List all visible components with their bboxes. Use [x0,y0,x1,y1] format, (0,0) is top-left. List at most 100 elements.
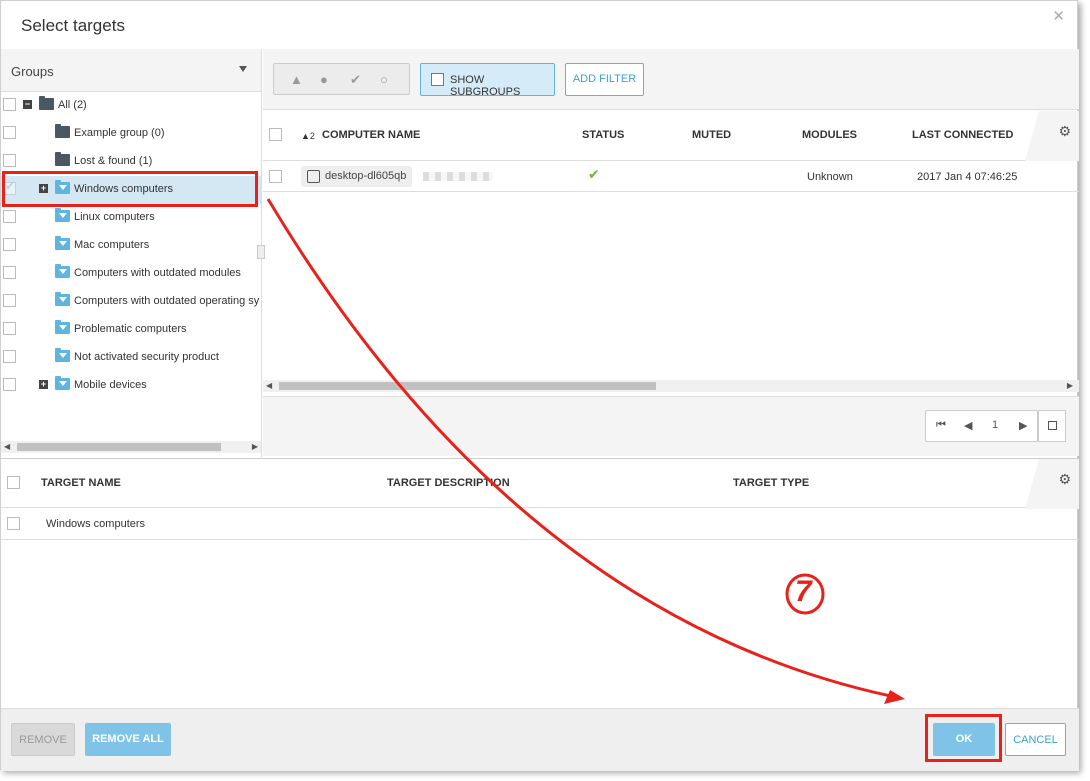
groups-panel: Groups − All (2) Example group (0) Lost & f… [1,49,262,457]
add-filter-button[interactable]: ADD FILTER [565,63,644,96]
scroll-left-icon[interactable]: ◀ [4,442,10,451]
dynamic-group-icon [55,264,70,278]
folder-icon [55,124,70,138]
step-number: 7 [795,575,812,608]
table-row[interactable]: desktop-dl605qb ✔ Unknown 2017 Jan 4 07:… [263,162,1079,192]
close-icon[interactable]: ✕ [1052,7,1065,25]
scrollbar-thumb[interactable] [17,443,221,451]
group-tree-item[interactable]: Computers with outdated operating sy [1,288,261,316]
computers-toolbar: ▲ ● ✔ ○ SHOW SUBGROUPS ADD FILTER [263,49,1079,110]
group-checkbox[interactable] [3,350,16,363]
group-label: Mac computers [74,239,150,251]
grid-settings: ⚙ [1025,111,1079,161]
group-tree-item[interactable]: Mac computers [1,232,261,260]
scroll-left-icon[interactable]: ◀ [266,381,272,390]
column-status[interactable]: STATUS [582,129,624,141]
dialog-title: Select targets [21,16,125,35]
status-filter-group: ▲ ● ✔ ○ [273,63,410,95]
select-targets-dialog: Select targets ✕ Groups − All (2) Example … [0,0,1079,771]
group-label: Problematic computers [74,323,187,335]
column-target-type[interactable]: TARGET TYPE [733,477,809,489]
group-label: Linux computers [74,211,155,223]
group-tree-item[interactable]: − All (2) [1,92,261,120]
group-tree-item[interactable]: Not activated security product [1,344,261,372]
show-subgroups-label: SHOW SUBGROUPS [450,74,521,98]
row-checkbox[interactable] [269,170,282,183]
table-row[interactable]: Windows computers [1,509,1079,540]
dialog-footer: REMOVE REMOVE ALL OK CANCEL [1,708,1079,771]
show-subgroups-checkbox[interactable] [431,73,444,86]
last-connected-cell: 2017 Jan 4 07:46:25 [917,171,1018,183]
column-computer-name[interactable]: COMPUTER NAME [322,129,420,141]
target-name-cell: Windows computers [46,518,146,530]
scrollbar-thumb[interactable] [279,382,656,390]
page-number: 1 [992,419,999,431]
targets-select-all-checkbox[interactable] [7,476,20,489]
column-target-description[interactable]: TARGET DESCRIPTION [387,477,510,489]
collapse-icon[interactable]: − [23,100,32,109]
group-checkbox[interactable] [3,98,16,111]
groups-horizontal-scrollbar[interactable]: ◀ ▶ [1,441,261,453]
column-target-name[interactable]: TARGET NAME [41,477,121,489]
scroll-right-icon[interactable]: ▶ [1067,381,1073,390]
target-row-checkbox[interactable] [7,517,20,530]
gear-icon[interactable]: ⚙ [1058,123,1071,140]
computers-horizontal-scrollbar[interactable]: ◀ ▶ [263,380,1079,392]
group-checkbox[interactable] [3,378,16,391]
panel-resize-handle[interactable] [257,245,265,259]
group-tree-item[interactable]: Computers with outdated modules [1,260,261,288]
next-page-icon[interactable]: ▶ [1019,419,1027,432]
pager-bar: ⏮ ◀ 1 ▶ [263,396,1079,456]
folder-icon [39,96,54,110]
show-subgroups-toggle[interactable]: SHOW SUBGROUPS [420,63,555,98]
folder-icon [55,152,70,166]
group-tree-item[interactable]: + Mobile devices [1,372,261,400]
pagination: ⏮ ◀ 1 ▶ [925,410,1038,442]
cancel-button[interactable]: CANCEL [1005,723,1066,756]
group-checkbox[interactable] [3,322,16,335]
first-page-icon[interactable]: ⏮ [936,419,946,432]
circle-icon[interactable]: ○ [380,72,388,87]
group-checkbox[interactable] [3,266,16,279]
scroll-right-icon[interactable]: ▶ [252,442,258,451]
targets-grid-header: TARGET NAME TARGET DESCRIPTION TARGET TY… [1,458,1079,509]
remove-button[interactable]: REMOVE [11,723,75,756]
column-last-connected[interactable]: LAST CONNECTED [912,129,1013,141]
group-checkbox[interactable] [3,126,16,139]
dynamic-group-icon [55,320,70,334]
dynamic-group-icon [55,208,70,222]
column-muted[interactable]: MUTED [692,129,731,141]
group-checkbox[interactable] [3,210,16,223]
copy-icon [1048,421,1057,430]
pager-options-button[interactable] [1038,410,1066,442]
group-label: Mobile devices [74,379,147,391]
group-tree-item[interactable]: Linux computers [1,204,261,232]
group-label: Not activated security product [74,351,219,363]
group-checkbox[interactable] [3,154,16,167]
group-checkbox[interactable] [3,294,16,307]
status-ok-icon: ✔ [588,166,600,182]
select-all-checkbox[interactable] [269,128,282,141]
prev-page-icon[interactable]: ◀ [964,419,972,432]
dynamic-group-icon [55,348,70,362]
remove-all-button[interactable]: REMOVE ALL [85,723,171,756]
dynamic-group-icon [55,376,70,390]
computer-icon [307,170,320,183]
expand-icon[interactable]: + [39,380,48,389]
computer-name-chip[interactable]: desktop-dl605qb [301,166,413,187]
check-icon[interactable]: ✔ [350,72,361,88]
dynamic-group-icon [55,292,70,306]
warning-icon[interactable]: ▲ [290,72,303,87]
dynamic-group-icon [55,236,70,250]
group-tree-item[interactable]: Example group (0) [1,120,261,148]
computer-name: desktop-dl605qb [325,170,407,182]
column-modules[interactable]: MODULES [802,129,857,141]
groups-dropdown[interactable]: Groups [1,49,261,92]
gear-icon[interactable]: ⚙ [1058,471,1071,488]
group-checkbox[interactable] [3,238,16,251]
windows-computers-highlight [2,171,258,207]
group-tree-item[interactable]: Problematic computers [1,316,261,344]
modules-cell: Unknown [807,171,853,183]
targets-grid-settings: ⚙ [1025,459,1079,509]
alert-icon[interactable]: ● [320,72,328,87]
